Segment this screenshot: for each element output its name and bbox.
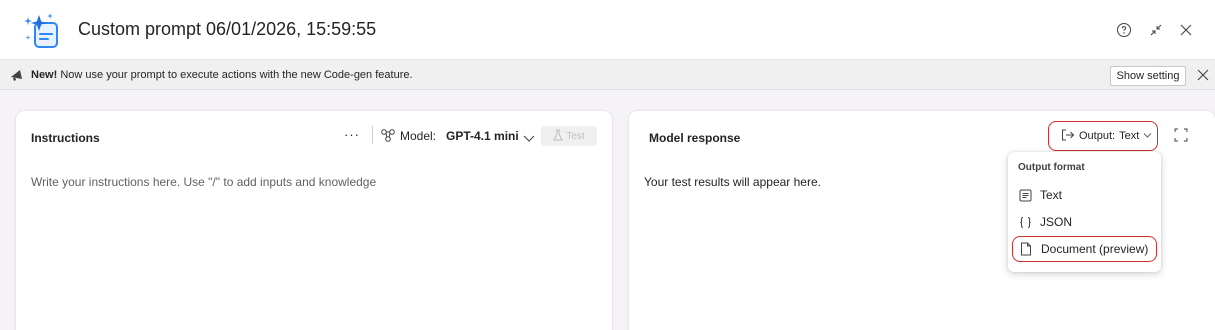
test-results-placeholder: Your test results will appear here. (644, 175, 821, 189)
chevron-down-icon[interactable] (523, 130, 535, 142)
chevron-down-icon (1143, 130, 1152, 142)
model-response-title: Model response (649, 131, 741, 145)
model-icon (380, 128, 396, 142)
prompt-sparkle-icon (22, 11, 62, 51)
model-selector[interactable]: GPT-4.1 mini (446, 129, 519, 143)
model-label: Model: (400, 129, 437, 143)
banner-message: New! Now use your prompt to execute acti… (31, 69, 413, 81)
test-button[interactable]: Test (541, 126, 597, 146)
test-label: Test (566, 130, 585, 142)
megaphone-icon (9, 68, 25, 82)
instructions-panel: Instructions Write your instructions her… (16, 111, 612, 330)
instructions-input[interactable]: Write your instructions here. Use "/" to… (31, 175, 376, 189)
page-title: Custom prompt 06/01/2026, 15:59:55 (78, 19, 377, 39)
menu-item-label: Document (preview) (1041, 242, 1149, 256)
instructions-title: Instructions (31, 131, 100, 145)
banner-close-icon[interactable] (1196, 68, 1210, 82)
menu-item-document-preview[interactable]: Document (preview) (1012, 236, 1157, 262)
braces-icon (1018, 215, 1032, 229)
menu-item-json[interactable]: JSON (1008, 209, 1161, 235)
collapse-icon[interactable] (1145, 19, 1167, 41)
title-bar: Custom prompt 06/01/2026, 15:59:55 (0, 0, 1215, 60)
show-setting-button[interactable]: Show setting (1110, 66, 1186, 86)
help-icon[interactable] (1113, 19, 1135, 41)
menu-item-label: Text (1040, 188, 1063, 202)
output-value: Text (1119, 130, 1140, 142)
feature-banner: New! Now use your prompt to execute acti… (0, 60, 1215, 90)
menu-item-text[interactable]: Text (1008, 182, 1161, 208)
output-arrow-icon (1061, 129, 1075, 144)
toolbar-divider (372, 126, 373, 144)
output-label: Output: (1079, 130, 1116, 142)
close-icon[interactable] (1175, 19, 1197, 41)
expand-icon[interactable] (1174, 128, 1188, 142)
output-format-menu: Output format Text JSON Document (previe… (1008, 152, 1161, 272)
more-options-button[interactable]: ··· (344, 127, 360, 142)
flask-icon (553, 129, 564, 144)
banner-new-label: New! (31, 69, 58, 81)
output-format-button[interactable]: Output: Text (1048, 121, 1158, 151)
menu-item-label: JSON (1040, 215, 1073, 229)
banner-text: Now use your prompt to execute actions w… (57, 69, 413, 81)
document-icon (1019, 242, 1033, 256)
text-doc-icon (1018, 188, 1032, 202)
menu-header: Output format (1018, 162, 1085, 173)
